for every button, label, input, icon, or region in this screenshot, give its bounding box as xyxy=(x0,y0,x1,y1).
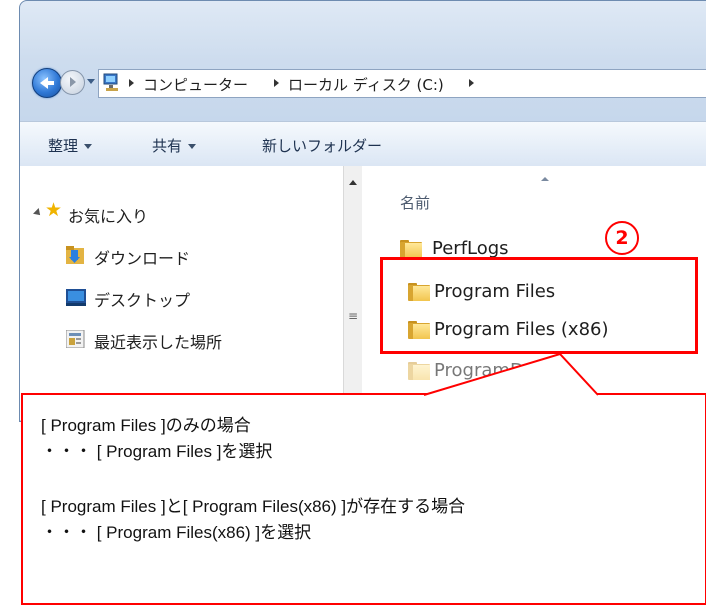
callout-pointer xyxy=(423,352,599,396)
